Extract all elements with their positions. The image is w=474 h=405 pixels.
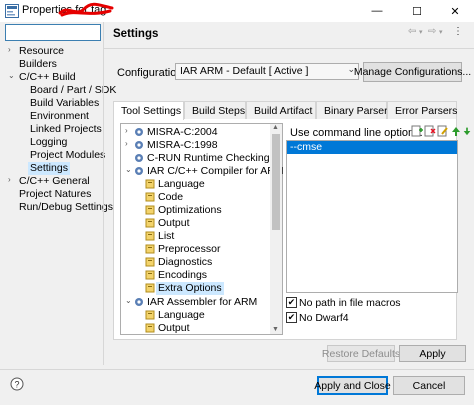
cancel-button[interactable]: Cancel xyxy=(393,376,465,395)
tree-item[interactable]: Resource xyxy=(19,45,64,58)
tool-tree-item[interactable]: Language xyxy=(158,309,205,322)
option-category-icon xyxy=(145,283,155,293)
add-option-icon[interactable] xyxy=(411,125,423,137)
tree-expander-icon[interactable]: ⌄ xyxy=(125,296,132,305)
option-category-icon xyxy=(145,257,155,267)
tab-binary-parsers[interactable]: Binary Parsers xyxy=(316,101,393,119)
delete-option-icon[interactable] xyxy=(424,125,436,137)
tool-tree-item[interactable]: IAR Assembler for ARM xyxy=(147,296,257,309)
tool-icon xyxy=(135,141,143,149)
no-path-checkbox[interactable]: ✔ xyxy=(286,297,297,308)
tool-tree-item[interactable]: C-RUN Runtime Checking xyxy=(147,152,270,165)
apply-button[interactable]: Apply xyxy=(399,345,466,362)
tool-tree-item[interactable]: Output xyxy=(158,322,190,335)
apply-and-close-button[interactable]: Apply and Close xyxy=(314,376,391,395)
tool-icon xyxy=(135,167,143,175)
tab-error-parsers[interactable]: Error Parsers xyxy=(387,101,457,119)
minimize-button[interactable]: — xyxy=(358,0,396,22)
tool-tree-item[interactable]: MISRA-C:1998 xyxy=(147,139,218,152)
option-category-icon xyxy=(145,179,155,189)
tab-build-artifact[interactable]: Build Artifact xyxy=(246,101,316,119)
edit-option-icon[interactable] xyxy=(437,125,449,137)
option-category-icon xyxy=(145,310,155,320)
command-line-options-label: Use command line options: xyxy=(290,127,423,139)
tool-icon xyxy=(135,154,143,162)
option-item-selected[interactable]: --cmse xyxy=(287,141,457,154)
tree-expander-icon[interactable]: ⌄ xyxy=(8,71,15,80)
forward-menu-icon[interactable]: ▾ xyxy=(439,28,443,42)
tree-item[interactable]: Project Modules xyxy=(30,149,105,162)
filter-input[interactable] xyxy=(5,24,101,41)
option-category-icon xyxy=(145,244,155,254)
tab-tool-settings[interactable]: Tool Settings xyxy=(113,101,184,120)
redaction-scribble xyxy=(58,2,114,17)
tab-strip: Tool Settings Build Steps Build Artifact… xyxy=(113,101,457,120)
window-app-icon xyxy=(5,4,19,18)
configuration-select[interactable]: IAR ARM - Default [ Active ] ⌄ xyxy=(175,63,359,80)
tree-expander-icon[interactable]: › xyxy=(125,126,128,135)
tool-tree-item[interactable]: IAR C/C++ Compiler for ARM xyxy=(147,165,284,178)
tree-item[interactable]: Logging xyxy=(30,136,67,149)
tool-tree-item[interactable]: List xyxy=(158,230,174,243)
no-dwarf-label: No Dwarf4 xyxy=(299,312,349,324)
svg-text:?: ? xyxy=(14,380,19,390)
scroll-down-icon[interactable]: ▼ xyxy=(272,326,279,333)
help-icon[interactable]: ? xyxy=(10,377,24,391)
tree-item[interactable]: Environment xyxy=(30,110,89,123)
option-category-icon xyxy=(145,192,155,202)
move-up-icon[interactable] xyxy=(450,125,462,137)
header-separator xyxy=(104,48,474,49)
option-category-icon xyxy=(145,323,155,333)
tree-item[interactable]: Project Natures xyxy=(19,188,91,201)
close-window-button[interactable]: ✕ xyxy=(436,0,474,22)
tool-tree-item[interactable]: Code xyxy=(158,191,183,204)
pane-divider[interactable] xyxy=(103,22,104,365)
tool-tree-item[interactable]: Output xyxy=(158,217,190,230)
tool-tree-item[interactable]: MISRA-C:2004 xyxy=(147,126,218,139)
tree-expander-icon[interactable]: ⌄ xyxy=(125,165,132,174)
scroll-up-icon[interactable]: ▲ xyxy=(272,124,279,131)
bottom-separator xyxy=(0,369,474,370)
option-category-icon xyxy=(145,270,155,280)
tool-tree-item-selected[interactable]: Extra Options xyxy=(156,282,224,295)
option-category-icon xyxy=(145,205,155,215)
view-menu-icon[interactable]: ⋮ xyxy=(453,26,463,40)
tree-item[interactable]: Builders xyxy=(19,58,57,71)
configuration-value: IAR ARM - Default [ Active ] xyxy=(180,65,309,77)
tool-tree-scroll-thumb[interactable] xyxy=(272,134,280,230)
tree-item[interactable]: C/C++ Build xyxy=(19,71,76,84)
tree-expander-icon[interactable]: › xyxy=(8,45,11,54)
tree-item[interactable]: C/C++ General xyxy=(19,175,90,188)
option-category-icon xyxy=(145,218,155,228)
tool-tree-item[interactable]: Diagnostics xyxy=(158,256,212,269)
maximize-button[interactable]: ☐ xyxy=(398,0,436,22)
tool-tree-item[interactable]: Language xyxy=(158,178,205,191)
tree-expander-icon[interactable]: › xyxy=(125,139,128,148)
restore-defaults-button[interactable]: Restore Defaults xyxy=(322,345,400,362)
tab-build-steps[interactable]: Build Steps xyxy=(184,101,246,119)
manage-configurations-button[interactable]: Manage Configurations... xyxy=(354,62,471,82)
tree-item[interactable]: Linked Projects xyxy=(30,123,102,136)
tool-tree-item[interactable]: Preprocessor xyxy=(158,243,220,256)
no-dwarf-checkbox[interactable]: ✔ xyxy=(286,312,297,323)
back-arrow-icon[interactable]: ⇦ xyxy=(408,26,416,40)
back-menu-icon[interactable]: ▾ xyxy=(419,28,423,42)
tree-expander-icon[interactable]: › xyxy=(8,175,11,184)
tool-icon xyxy=(135,128,143,136)
tool-tree-item[interactable]: Encodings xyxy=(158,269,207,282)
tool-tree-item[interactable]: Optimizations xyxy=(158,204,222,217)
tree-item[interactable]: Run/Debug Settings xyxy=(19,201,113,214)
command-line-options-list[interactable] xyxy=(286,140,458,293)
move-down-icon[interactable] xyxy=(462,125,472,137)
tree-item-selected[interactable]: Settings xyxy=(28,162,70,175)
no-path-label: No path in file macros xyxy=(299,297,401,309)
option-category-icon xyxy=(145,231,155,241)
forward-arrow-icon[interactable]: ⇨ xyxy=(428,26,436,40)
page-title: Settings xyxy=(113,28,159,40)
tree-item[interactable]: Build Variables xyxy=(30,97,99,110)
tool-icon xyxy=(135,298,143,306)
